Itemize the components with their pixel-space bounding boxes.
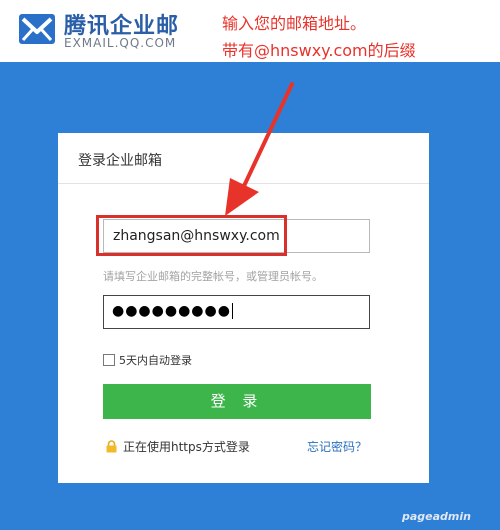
watermark: pageadmin (402, 510, 471, 523)
arrow-annotation (225, 82, 294, 216)
